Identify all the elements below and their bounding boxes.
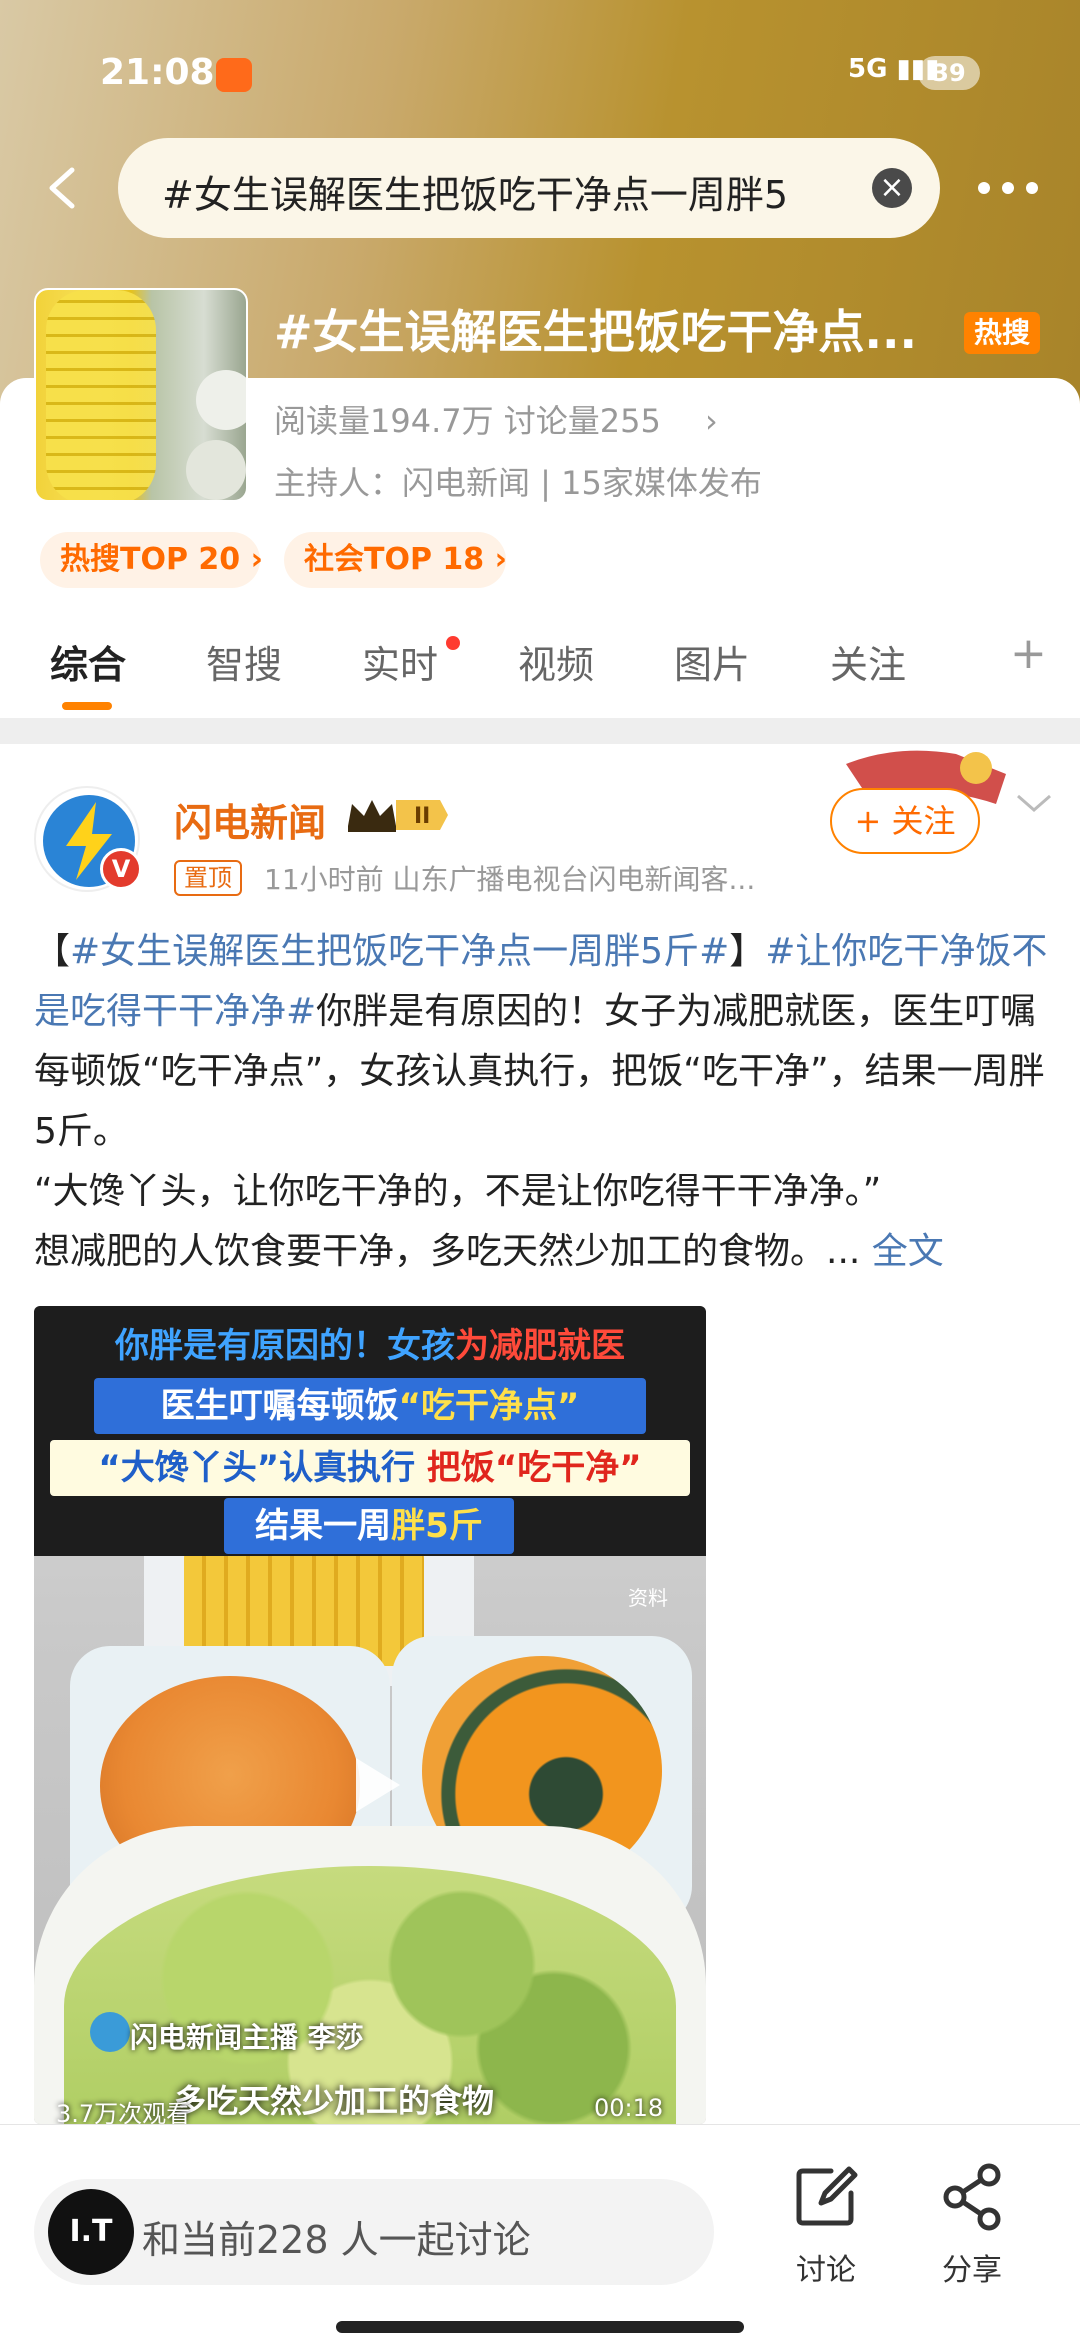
video-caption: 多吃天然少加工的食物 (174, 2082, 495, 2120)
tab-realtime[interactable]: 实时 (362, 634, 438, 689)
bracket-open: 【 (34, 931, 71, 972)
topic-host: 主持人：闪电新闻 | 15家媒体发布 (274, 464, 762, 502)
clear-search-icon[interactable]: × (872, 168, 912, 208)
video-headline: 你胖是有原因的！女孩为减肥就医 医生叮嘱每顿饭“吃干净点” “大馋丫头”认真执行… (34, 1306, 706, 1556)
video-text: “大馋丫头”认真执行 (98, 1448, 427, 1488)
post-body: 想减肥的人饮食要干净，多吃天然少加工的食物。... (34, 1231, 872, 1272)
bracket-close: 】 (729, 931, 766, 972)
home-indicator[interactable] (336, 2321, 744, 2333)
video-text-highlight: 胖5斤 (391, 1506, 483, 1546)
tab-comprehensive[interactable]: 综合 (50, 634, 126, 689)
share-icon (943, 2163, 1001, 2231)
active-tab-indicator (62, 702, 112, 710)
video-text-highlight: 把饭“吃干净” (426, 1448, 642, 1488)
add-tab-icon[interactable]: + (1010, 628, 1047, 679)
tab-images[interactable]: 图片 (674, 634, 750, 689)
share-button[interactable]: 分享 (922, 2161, 1022, 2289)
topic-stats[interactable]: 阅读量194.7万 讨论量255 › (274, 396, 718, 442)
video-text-highlight: “吃干净点” (398, 1386, 580, 1426)
search-row: #女生误解医生把饭吃干净点一周胖5 × (0, 138, 1080, 238)
source-tag: 资料 (628, 1586, 668, 1610)
search-input[interactable]: #女生误解医生把饭吃干净点一周胖5 × (118, 138, 940, 238)
battery-indicator: 39 (918, 56, 980, 90)
new-content-dot (446, 636, 460, 650)
post-body: “大馋丫头，让你吃干净的，不是让你吃得干干净净。” (34, 1171, 882, 1212)
video-text: 结果一周 (255, 1506, 392, 1546)
discuss-button[interactable]: 讨论 (776, 2161, 876, 2289)
app-notification-icon (216, 58, 252, 92)
share-label: 分享 (942, 2253, 1002, 2288)
avatar-text: I.T (69, 2214, 113, 2249)
verified-v-icon: V (100, 848, 142, 890)
video-play-count: 3.7万次观看 (56, 2100, 191, 2124)
network-type: 5G (848, 54, 888, 84)
level-badge-text: II (414, 804, 430, 829)
video-player[interactable]: 你胖是有原因的！女孩为减肥就医 医生叮嘱每顿饭“吃干净点” “大馋丫头”认真执行… (34, 1306, 706, 2124)
more-options-icon[interactable] (976, 178, 1040, 198)
tab-video[interactable]: 视频 (518, 634, 594, 689)
video-headline-line: 你胖是有原因的！女孩为减肥就医 (52, 1318, 688, 1374)
thumbnail-detail (196, 370, 246, 430)
pinned-badge: 置顶 (174, 860, 242, 896)
status-time: 21:08 (100, 52, 215, 93)
bottom-bar: I.T 和当前228 人一起讨论 讨论 分享 (0, 2124, 1080, 2347)
video-headline-line: 结果一周胖5斤 (224, 1498, 514, 1554)
topic-thumbnail (34, 288, 248, 502)
weibo-post: V 闪电新闻 II 置顶 11小时前 山东广播电视台闪电新闻客... + 关注 … (0, 744, 1080, 2124)
video-duration: 00:18 (594, 2094, 664, 2122)
hot-rank-pill[interactable]: 热搜TOP 20 › (40, 532, 263, 588)
chevron-right-icon: › (705, 402, 718, 440)
corn-image (46, 290, 156, 500)
author-name[interactable]: 闪电新闻 (174, 792, 326, 847)
video-text: 你胖是有原因的！女孩 (115, 1326, 455, 1366)
discuss-input[interactable]: I.T 和当前228 人一起讨论 (34, 2179, 714, 2285)
expand-full-text-link[interactable]: 全文 (872, 1231, 944, 1272)
member-crown-icon: II (348, 800, 448, 832)
discuss-label: 讨论 (796, 2253, 856, 2288)
search-query: #女生误解医生把饭吃干净点一周胖5 (162, 173, 789, 217)
play-icon[interactable] (338, 1750, 408, 1820)
read-discuss-counts: 阅读量194.7万 讨论量255 (274, 402, 661, 440)
thumbnail-detail (186, 440, 246, 500)
tab-bar: 综合 智搜 实时 视频 图片 关注 + (0, 620, 1080, 716)
hashtag-link[interactable]: #女生误解医生把饭吃干净点一周胖5斤# (70, 931, 729, 972)
status-bar: 21:08 5G ▮▮▮ 39 (0, 46, 1080, 102)
section-divider (0, 718, 1080, 744)
hot-search-badge: 热搜 (964, 312, 1041, 354)
society-rank-pill[interactable]: 社会TOP 18 › (284, 532, 507, 588)
back-arrow-icon[interactable] (36, 160, 92, 216)
video-headline-line: 医生叮嘱每顿饭“吃干净点” (94, 1378, 646, 1434)
microphone-icon (90, 2012, 130, 2052)
post-text: 【#女生误解医生把饭吃干净点一周胖5斤#】#让你吃干净饭不是吃得干干净净#你胖是… (34, 922, 1050, 1282)
video-text: 医生叮嘱每顿饭 (160, 1386, 399, 1426)
chevron-down-icon[interactable] (1014, 788, 1054, 818)
user-avatar: I.T (48, 2189, 134, 2275)
follow-button[interactable]: + 关注 (830, 788, 980, 854)
edit-icon (796, 2166, 858, 2226)
video-text-highlight: 为减肥就医 (455, 1326, 625, 1366)
anchor-name: 闪电新闻主播 李莎 (130, 2021, 364, 2054)
tab-following[interactable]: 关注 (830, 634, 906, 689)
discuss-placeholder: 和当前228 人一起讨论 (142, 2218, 531, 2262)
tab-smart-search[interactable]: 智搜 (206, 634, 282, 689)
topic-title: #女生误解医生把饭吃干净点... (274, 305, 917, 359)
video-headline-line: “大馋丫头”认真执行 把饭“吃干净” (50, 1440, 690, 1496)
post-meta: 11小时前 山东广播电视台闪电新闻客... (264, 863, 756, 896)
